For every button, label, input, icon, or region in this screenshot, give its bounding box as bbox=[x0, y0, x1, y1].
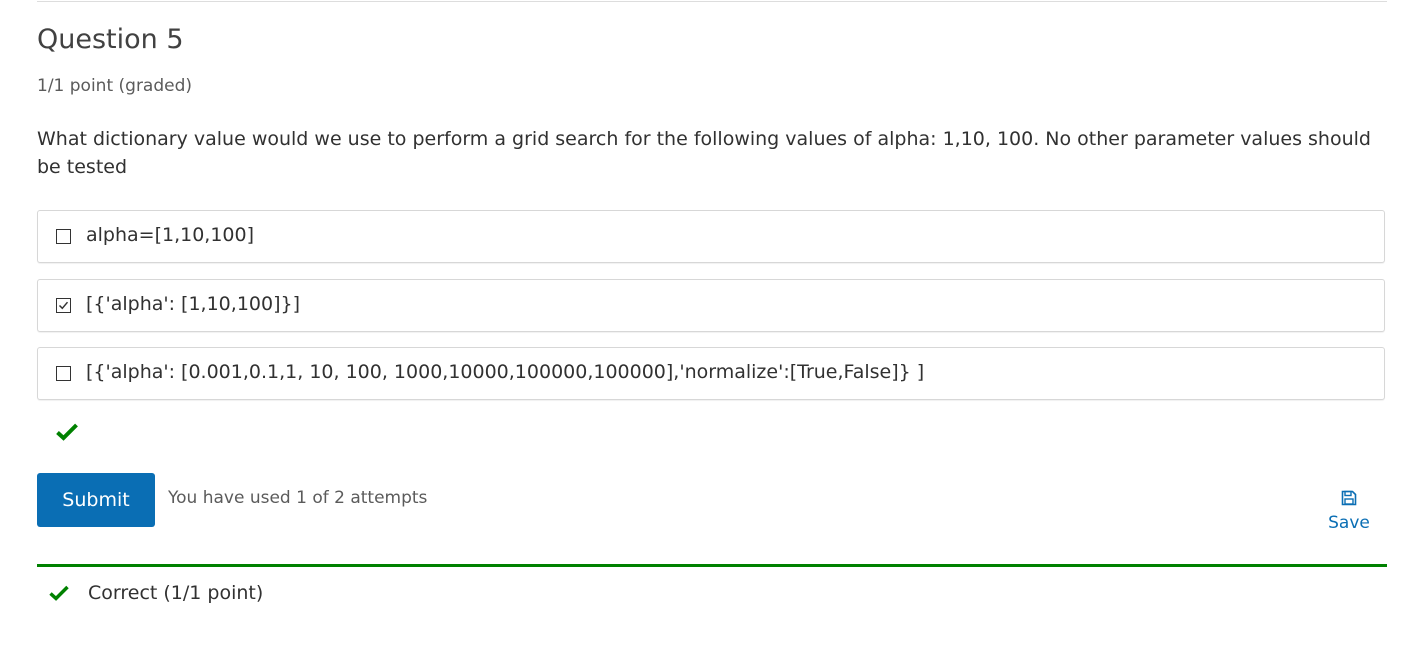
checkbox-check-icon bbox=[58, 301, 69, 310]
problem-container: Question 5 1/1 point (graded) What dicti… bbox=[0, 0, 1407, 649]
question-prompt: What dictionary value would we use to pe… bbox=[37, 128, 1371, 178]
choice-option-1[interactable]: alpha=[1,10,100] bbox=[37, 210, 1385, 263]
floppy-disk-icon bbox=[1320, 490, 1378, 510]
choice-label-2: [{'alpha': [1,10,100]}] bbox=[86, 293, 300, 315]
choice-option-3[interactable]: [{'alpha': [0.001,0.1,1, 10, 100, 1000,1… bbox=[37, 347, 1385, 400]
save-label: Save bbox=[1328, 513, 1370, 533]
submit-button[interactable]: Submit bbox=[37, 473, 155, 527]
question-title: Question 5 bbox=[37, 24, 184, 55]
feedback-message: Correct (1/1 point) bbox=[37, 564, 1387, 624]
save-button[interactable]: Save bbox=[1320, 490, 1378, 533]
question-points: 1/1 point (graded) bbox=[37, 76, 193, 96]
checkbox-option-1[interactable] bbox=[56, 229, 71, 244]
attempts-text: You have used 1 of 2 attempts bbox=[168, 488, 428, 508]
checkmark-icon bbox=[49, 585, 69, 605]
top-divider bbox=[37, 1, 1387, 2]
checkmark-icon bbox=[56, 423, 78, 445]
choice-option-2[interactable]: [{'alpha': [1,10,100]}] bbox=[37, 279, 1385, 332]
choice-label-1: alpha=[1,10,100] bbox=[86, 224, 255, 246]
choice-label-3: [{'alpha': [0.001,0.1,1, 10, 100, 1000,1… bbox=[86, 361, 925, 383]
feedback-text: Correct (1/1 point) bbox=[88, 582, 264, 604]
checkbox-option-2[interactable] bbox=[56, 298, 71, 313]
checkbox-option-3[interactable] bbox=[56, 366, 71, 381]
